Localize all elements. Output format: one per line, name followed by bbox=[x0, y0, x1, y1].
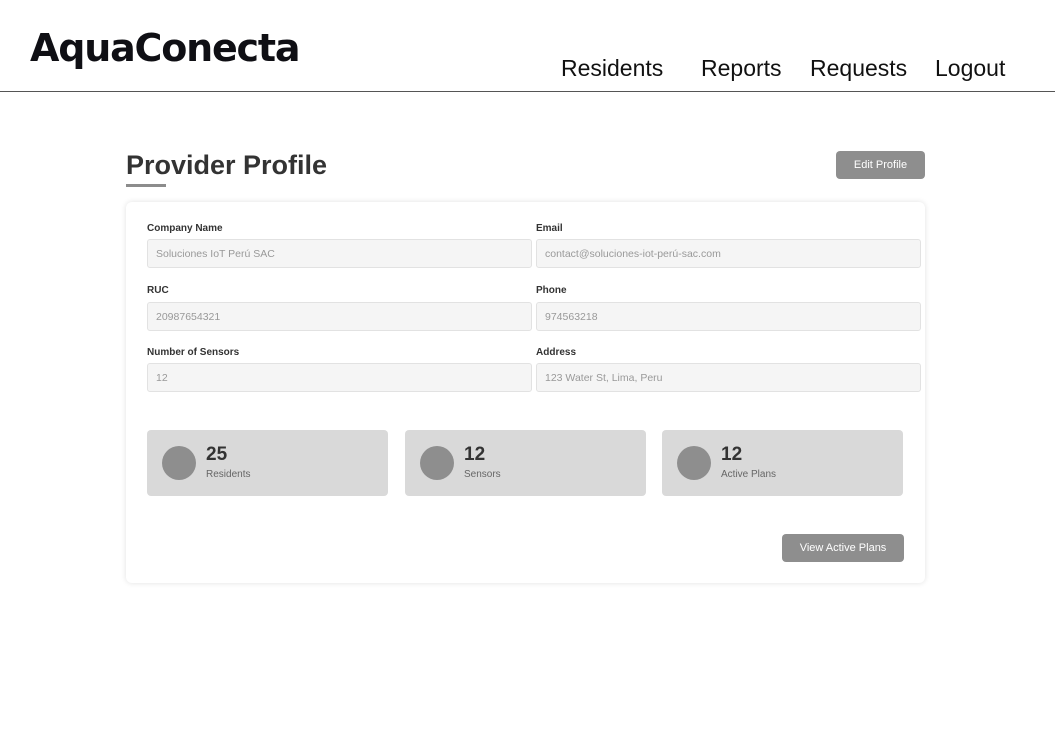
page-title: Provider Profile bbox=[126, 150, 328, 180]
stat-value: 25 bbox=[206, 444, 228, 465]
stat-label: Sensors bbox=[464, 469, 501, 480]
stat-value: 12 bbox=[721, 444, 743, 465]
nav-reports-link[interactable]: Reports bbox=[701, 53, 782, 83]
stat-label: Active Plans bbox=[721, 469, 777, 480]
email-label: Email bbox=[536, 223, 563, 234]
nav-requests-link[interactable]: Requests bbox=[810, 53, 907, 83]
sensors-icon bbox=[420, 446, 454, 480]
app-logo[interactable]: AquaConecta bbox=[30, 23, 300, 73]
sensors-label: Number of Sensors bbox=[147, 347, 240, 358]
ruc-label: RUC bbox=[147, 285, 169, 296]
edit-profile-button[interactable]: Edit Profile bbox=[836, 151, 925, 179]
nav-logout-link[interactable]: Logout bbox=[935, 53, 1005, 83]
email-field[interactable] bbox=[536, 239, 921, 268]
view-active-plans-button[interactable]: View Active Plans bbox=[782, 534, 904, 562]
top-navbar: AquaConecta Residents Reports Requests L… bbox=[0, 0, 1055, 92]
stat-card-active-plans: 12 Active Plans bbox=[662, 430, 903, 496]
ruc-field[interactable] bbox=[147, 302, 532, 331]
address-field[interactable] bbox=[536, 363, 921, 392]
stat-value: 12 bbox=[464, 444, 486, 465]
residents-icon bbox=[162, 446, 196, 480]
title-underline bbox=[126, 184, 166, 187]
active-plans-icon bbox=[677, 446, 711, 480]
company-name-field[interactable] bbox=[147, 239, 532, 268]
address-label: Address bbox=[536, 347, 577, 358]
company-name-label: Company Name bbox=[147, 223, 223, 234]
sensors-field[interactable] bbox=[147, 363, 532, 392]
stat-card-residents: 25 Residents bbox=[147, 430, 388, 496]
stat-label: Residents bbox=[206, 469, 251, 480]
nav-residents-link[interactable]: Residents bbox=[561, 53, 663, 83]
profile-card: Company Name Email RUC Phone Number of S… bbox=[126, 202, 925, 583]
phone-field[interactable] bbox=[536, 302, 921, 331]
phone-label: Phone bbox=[536, 285, 567, 296]
stat-card-sensors: 12 Sensors bbox=[405, 430, 646, 496]
